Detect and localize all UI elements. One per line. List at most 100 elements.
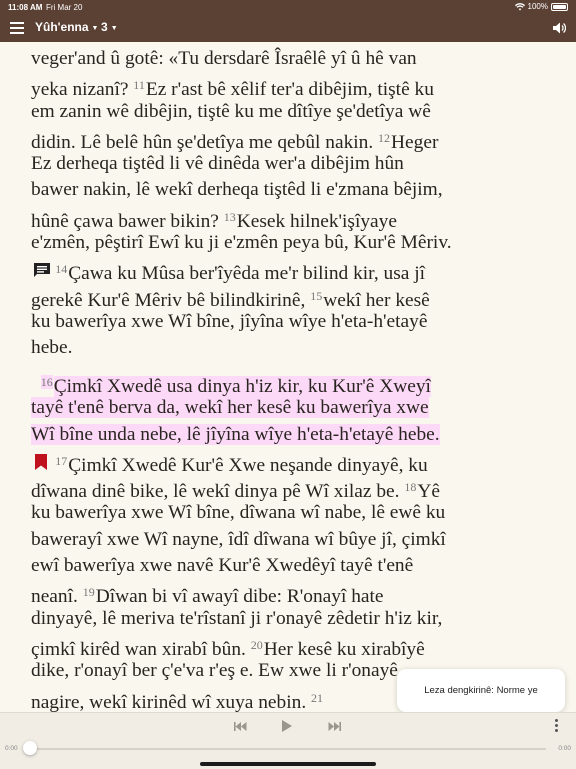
verse-text: ewî bawerîya xwe navê Kur'ê Xwedêyî tayê… [31,555,414,577]
caret-down-icon: ▼ [91,25,99,32]
verse-number: 14 [55,262,68,277]
progress-track[interactable] [30,748,546,750]
verse-text: Her kesê ku xirabîyê [263,638,425,660]
text-line: Ez derheqa tiştêd li vê dinêda wer'a dib… [31,151,549,177]
playback-speed-toast: Leza dengkirinê: Norme ye [397,669,565,712]
verse-text: Dîwan bi vî awayî dibe: R'onayî hate [95,586,384,608]
caret-down-icon: ▼ [110,25,118,32]
verse-number: 18 [404,480,417,495]
verse-text: Çawa ku Mûsa ber'îyêda me'r bilind kir, … [68,263,426,285]
wifi-icon [514,2,525,10]
verse-text: Kesek hilnek'işîyaye [236,210,397,232]
text-line: 14Çawa ku Mûsa ber'îyêda me'r bilind kir… [31,256,549,285]
status-bar: 11:08 AM Fri Mar 20 100% [0,0,576,14]
verse-text: ku bawerîya xwe Wî bîne, jîyîna wîye h'e… [31,310,428,332]
verse-text: ku bawerîya xwe Wî bîne, dîwana wî nabe,… [31,502,446,524]
skip-forward-icon[interactable] [328,722,341,731]
more-vertical-icon[interactable] [555,719,559,733]
text-line: neanî. 19Dîwan bi vî awayî dibe: R'onayî… [31,579,549,608]
verse-text: gerekê Kur'ê Mêriv bê bilindkirinê, [31,289,311,311]
text-line: çimkî kirêd wan xirabî bûn. 20Her kesê k… [31,632,549,660]
paragraph-1: veger'and û gotê: «Tu dersdarê Îsraêlê y… [31,46,549,362]
app-header: 11:08 AM Fri Mar 20 100% Yûh'enna ▼ 3 ▼ [0,0,576,42]
menu-icon[interactable] [10,22,24,34]
verse-text: nagire, wekî kirinêd wî xuya nebin. [31,691,312,712]
status-time: 11:08 AM [8,3,43,12]
verse-number: 19 [82,585,95,600]
text-line: gerekê Kur'ê Mêriv bê bilindkirinê, 15we… [31,283,549,311]
play-icon[interactable] [282,720,292,732]
verse-text: tayê t'enê berva da, wekî her kesê ku ba… [31,397,429,419]
text-line: dinyayê, lê meriva te'rîstanî ji r'onayê… [31,606,549,632]
verse-text: em zanin wê dibêjin, tiştê ku me dîtîye … [31,100,431,122]
text-line: 17Çimkî Xwedê Kur'ê Xwe neşande dinyayê,… [31,448,549,476]
progress-thumb[interactable] [23,741,37,755]
verse-number: 17 [55,453,68,468]
verse-number: 12 [378,130,391,145]
verse-text: Çimkî Xwedê Kur'ê Xwe neşande dinyayê, k… [68,454,428,476]
time-elapsed: 0:00 [5,745,18,752]
battery-percent: 100% [527,2,548,11]
chapter-selector[interactable]: 3 ▼ [101,20,118,34]
text-line: yeka nizanî? 11Ez r'ast bê xêlif ter'a d… [31,72,549,101]
verse-text: Yê [417,481,440,503]
book-selector[interactable]: Yûh'enna ▼ [35,20,98,34]
text-line: e'zmên, pêştirî Ewî ku ji e'zmên peya bû… [31,230,549,256]
text-line: ewî bawerîya xwe navê Kur'ê Xwedêyî tayê… [31,553,549,579]
status-right: 100% [514,2,568,11]
verse-text: çimkî kirêd wan xirabî bûn. [31,638,251,660]
verse-text: dike, r'onayî ber ç'e'va r'eş e. Ew xwe … [31,660,398,682]
text-line: ku bawerîya xwe Wî bîne, jîyîna wîye h'e… [31,309,549,335]
verse-number: 20 [250,637,263,652]
text-line: 16Çimkî Xwedê usa dinya h'iz kir, ku Kur… [31,369,549,397]
verse-text: neanî. [31,586,83,608]
verse-text: Heger [391,131,439,153]
verse-number: 15 [310,288,323,303]
text-line: bawerayî xwe Wî nayne, îdî dîwana wî bûy… [31,527,549,553]
verse-number: 13 [223,209,236,224]
audio-player: 0:00 0:00 [0,712,576,769]
text-line: em zanin wê dibêjin, tiştê ku me dîtîye … [31,99,549,125]
verse-text: hebe. [31,337,73,359]
verse-text: didin. Lê belê hûn şe'detîya me qebûl na… [31,131,379,153]
text-line: bawer nakin, lê wekî derheqa tiştêd li e… [31,177,549,203]
verse-text: veger'and û gotê: «Tu dersdarê Îsraêlê y… [31,48,417,69]
verse-text: wekî her kesê [323,289,430,311]
verse-text [31,376,41,397]
verse-number: 16 [40,375,53,389]
chapter-number: 3 [101,20,108,34]
verse-text: bawerayî xwe Wî nayne, îdî dîwana wî bûy… [31,528,446,550]
bookmark-icon[interactable] [35,454,47,470]
note-icon[interactable] [33,262,51,278]
paragraph-2: 16Çimkî Xwedê usa dinya h'iz kir, ku Kur… [31,369,549,712]
speaker-icon[interactable] [552,21,566,35]
book-name: Yûh'enna [35,20,89,34]
verse-text: bawer nakin, lê wekî derheqa tiştêd li e… [31,179,443,201]
nav-row: Yûh'enna ▼ 3 ▼ [0,14,576,42]
verse-text: Ez derheqa tiştêd li vê dinêda wer'a dib… [31,153,404,175]
verse-text: dîwana dinê bike, lê wekî dinya pê Wî xi… [31,481,405,503]
text-line: Wî bîne unda nebe, lê jîyîna wîye h'eta-… [31,422,549,448]
text-line: dîwana dinê bike, lê wekî dinya pê Wî xi… [31,474,549,503]
text-line: veger'and û gotê: «Tu dersdarê Îsraêlê y… [31,46,549,72]
verse-number: 11 [133,78,145,93]
verse-text: Wî bîne unda nebe, lê jîyîna wîye h'eta-… [31,423,440,445]
home-indicator [200,762,376,766]
verse-number: 21 [311,690,324,705]
verse-text: Ez r'ast bê xêlif ter'a dibêjim, tiştê k… [145,79,434,101]
verse-text: dinyayê, lê meriva te'rîstanî ji r'onayê… [31,607,443,629]
verse-text: Çimkî Xwedê usa dinya h'iz kir, ku Kur'ê… [53,376,431,397]
text-line: tayê t'enê berva da, wekî her kesê ku ba… [31,395,549,421]
time-total: 0:00 [558,745,571,752]
verse-text: hûnê çawa bawer bikin? [31,210,224,232]
text-line: hebe. [31,335,549,361]
text-line: hûnê çawa bawer bikin? 13Kesek hilnek'iş… [31,204,549,232]
status-date: Fri Mar 20 [46,3,83,12]
verse-text: yeka nizanî? [31,79,134,101]
verse-text: e'zmên, pêştirî Ewî ku ji e'zmên peya bû… [31,232,452,254]
text-line: didin. Lê belê hûn şe'detîya me qebûl na… [31,125,549,153]
text-line: ku bawerîya xwe Wî bîne, dîwana wî nabe,… [31,500,549,526]
scripture-text[interactable]: veger'and û gotê: «Tu dersdarê Îsraêlê y… [0,42,576,712]
skip-back-icon[interactable] [234,722,247,731]
battery-icon [551,2,568,11]
